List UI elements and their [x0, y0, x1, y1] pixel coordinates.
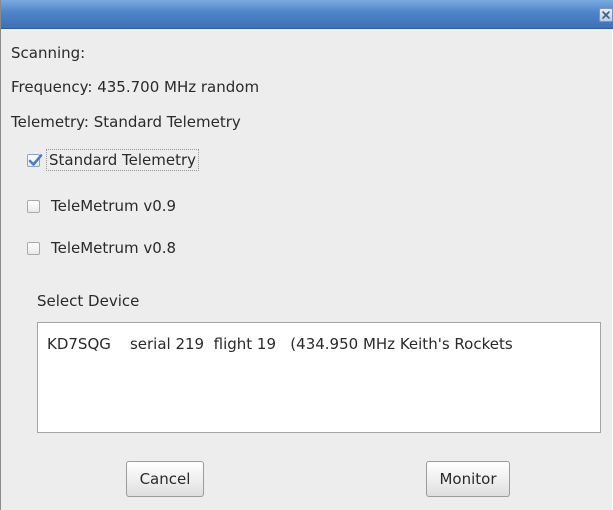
frequency-label: Frequency: 435.700 MHz random — [11, 78, 260, 96]
checkmark-icon — [28, 153, 43, 166]
checkbox-standard-telemetry[interactable]: Standard Telemetry — [27, 148, 200, 172]
scanning-label: Scanning: — [11, 44, 86, 62]
checkbox-label: Standard Telemetry — [46, 149, 200, 171]
telemetry-label: Telemetry: Standard Telemetry — [11, 113, 241, 131]
close-button[interactable] — [599, 8, 613, 22]
checkbox-box[interactable] — [27, 241, 40, 255]
checkbox-box[interactable] — [27, 199, 40, 213]
scan-dialog-window: Scanning: Frequency: 435.700 MHz random … — [0, 0, 613, 510]
device-list[interactable]: KD7SQG serial 219 flight 19 (434.950 MHz… — [37, 322, 601, 433]
checkbox-telemetrum-v08[interactable]: TeleMetrum v0.8 — [27, 236, 178, 260]
select-device-title: Select Device — [37, 292, 140, 310]
checkbox-box[interactable] — [27, 153, 43, 167]
checkbox-label: TeleMetrum v0.9 — [51, 197, 177, 215]
monitor-button[interactable]: Monitor — [426, 461, 510, 497]
checkbox-telemetrum-v09[interactable]: TeleMetrum v0.9 — [27, 194, 178, 218]
close-icon — [602, 11, 610, 19]
checkbox-label: TeleMetrum v0.8 — [51, 239, 177, 257]
list-item[interactable]: KD7SQG serial 219 flight 19 (434.950 MHz… — [47, 335, 513, 353]
cancel-button[interactable]: Cancel — [126, 461, 204, 497]
title-bar[interactable] — [1, 0, 613, 29]
